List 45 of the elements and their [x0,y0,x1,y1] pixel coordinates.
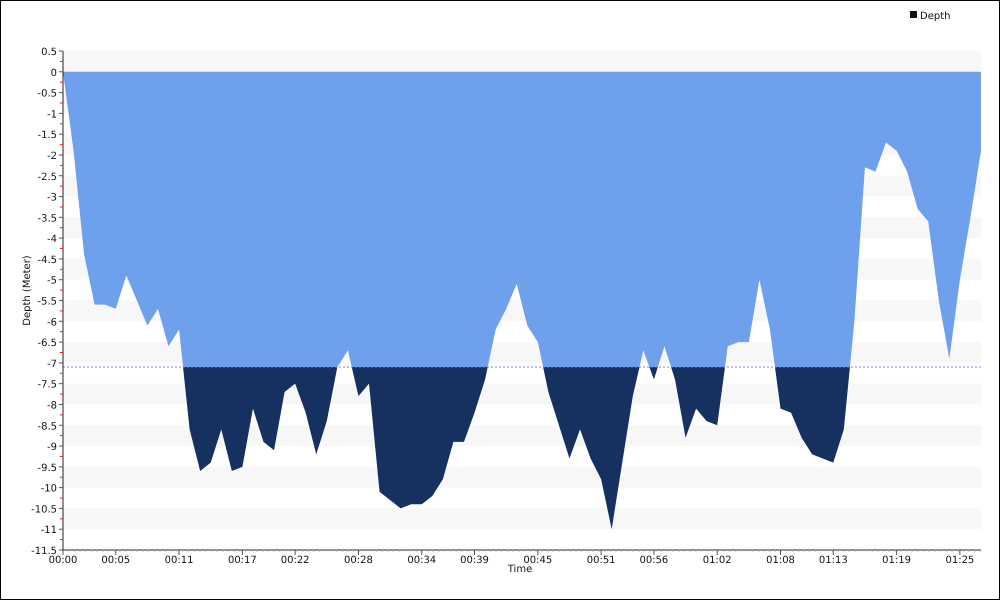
y-tick-label: -6.5 [37,338,57,350]
y-tick-label: -8.5 [37,421,57,432]
legend-label: Depth [920,11,950,22]
y-tick-label: -2 [47,150,57,162]
x-tick-label: 01:08 [766,555,795,566]
y-tick-label: -11 [40,525,57,536]
y-tick-label: -6 [47,317,57,328]
y-tick-label: -3.5 [37,213,57,224]
x-tick-label: 00:56 [639,555,668,566]
y-tick-label: -11.5 [31,546,57,557]
x-tick-label: 00:51 [586,555,616,566]
y-tick-label: -10 [40,484,57,495]
y-tick-label: -5 [47,276,57,287]
y-tick-label: -4.5 [37,254,57,266]
y-axis-title: Depth (Meter) [22,255,33,326]
y-tick-label: -7.5 [37,380,57,391]
x-tick-label: 00:45 [523,555,552,566]
x-tick-label: 01:25 [945,555,974,566]
y-tick-label: -5.5 [37,296,57,308]
y-tick-label: 0 [50,68,57,79]
y-tick-label: -3 [47,192,57,204]
y-tick-label: -1 [47,109,57,120]
x-tick-label: 00:00 [48,555,78,566]
x-tick-label: 00:34 [407,555,436,566]
x-tick-label: 01:13 [818,555,848,566]
x-tick-label: 01:19 [882,555,911,566]
y-tick-label: -8 [47,400,57,412]
legend-swatch [910,11,917,18]
y-tick-label: -9 [47,442,57,454]
x-axis-title: Time [508,564,532,575]
y-tick-label: -0.5 [37,88,57,100]
y-tick-label: -7 [47,358,57,370]
x-tick-label: 00:28 [344,555,373,566]
y-tick-label: -9.5 [37,462,57,474]
y-tick-label: -4 [47,234,57,246]
x-tick-label: 00:11 [164,555,194,566]
y-tick-label: -1.5 [37,130,57,142]
x-tick-label: 01:02 [702,555,732,566]
x-tick-label: 00:39 [460,555,489,566]
y-tick-label: 0.5 [41,47,57,58]
x-tick-label: 00:22 [280,555,310,566]
x-tick-label: 00:05 [101,555,130,566]
y-tick-label: -10.5 [31,504,57,516]
x-tick-label: 00:17 [228,555,257,566]
y-tick-label: -2.5 [37,172,57,183]
